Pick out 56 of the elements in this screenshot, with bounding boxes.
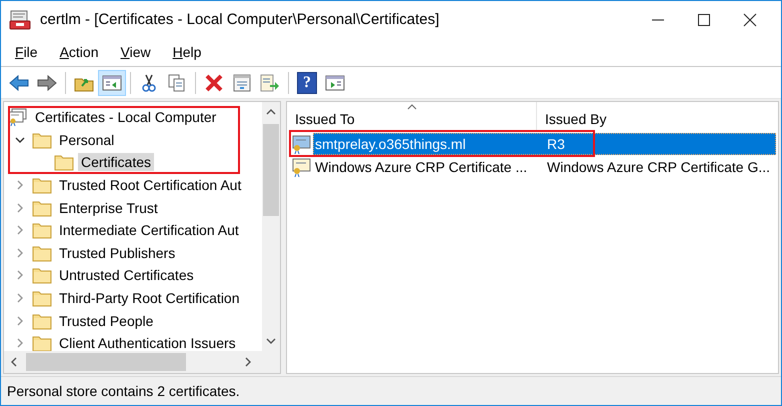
app-icon: [9, 8, 31, 30]
tree-item[interactable]: Untrusted Certificates: [56, 266, 197, 284]
folder-icon: [32, 289, 52, 308]
delete-icon[interactable]: [205, 74, 223, 92]
folder-icon: [32, 312, 52, 330]
tree-item[interactable]: Third-Party Root Certification: [56, 289, 243, 308]
tree-item[interactable]: Enterprise Trust: [56, 198, 161, 217]
certificate-icon: [8, 108, 28, 126]
tree-item[interactable]: Trusted Publishers: [56, 244, 178, 262]
forward-arrow-icon[interactable]: [37, 74, 57, 90]
folder-icon: [54, 153, 74, 172]
column-header[interactable]: Issued By: [537, 102, 778, 132]
folder-icon: [32, 244, 52, 262]
folder-icon: [32, 176, 52, 194]
export-list-icon[interactable]: [260, 74, 280, 92]
tree-item[interactable]: Personal: [56, 130, 118, 149]
tree-item[interactable]: Trusted People: [56, 312, 156, 330]
tree-item[interactable]: Client Authentication Issuers: [56, 334, 239, 351]
pane-icon[interactable]: [325, 74, 345, 90]
scroll-right-icon[interactable]: [244, 357, 252, 367]
table-cell: Windows Azure CRP Certificate G...: [546, 158, 770, 174]
help-button[interactable]: ?: [297, 72, 317, 94]
certificate-icon: [291, 134, 313, 154]
scroll-up-icon[interactable]: [266, 108, 276, 116]
properties-icon[interactable]: [233, 74, 251, 92]
close-icon[interactable]: [743, 12, 757, 26]
window-title: certlm - [Certificates - Local Computer\Personal\Certificates]: [40, 11, 440, 28]
folder-icon: [32, 266, 52, 284]
folder-icon: [32, 198, 52, 217]
menu-item[interactable]: View: [114, 42, 157, 62]
scissors-icon[interactable]: [140, 74, 158, 92]
toolbar-button[interactable]: [98, 70, 126, 96]
maximize-icon[interactable]: [697, 12, 711, 26]
certificate-icon: [291, 156, 313, 176]
table-cell-text: smtprelay.o365things.ml: [314, 136, 467, 152]
copy-icon[interactable]: [168, 74, 186, 92]
tree-item[interactable]: Certificates: [78, 153, 154, 172]
folder-icon: [32, 334, 52, 351]
menu-item[interactable]: Action: [54, 42, 104, 62]
vertical-scrollbar[interactable]: [262, 102, 280, 351]
folder-icon: [32, 130, 52, 149]
pane-icon[interactable]: [102, 74, 122, 90]
column-header[interactable]: Issued To: [287, 102, 537, 132]
scroll-left-icon[interactable]: [10, 357, 18, 367]
back-arrow-icon[interactable]: [9, 74, 29, 90]
tree-item[interactable]: Trusted Root Certification Aut: [56, 176, 244, 194]
menu-item[interactable]: File: [9, 42, 44, 62]
selected-row[interactable]: smtprelay.o365things.ml R3: [313, 132, 776, 154]
folder-icon: [32, 221, 52, 240]
scroll-down-icon[interactable]: [266, 337, 276, 345]
tree-root[interactable]: Certificates - Local Computer: [32, 108, 220, 126]
menu-item[interactable]: Help: [166, 42, 208, 62]
status-text: Personal store contains 2 certificates.: [7, 383, 240, 399]
table-cell-text: Windows Azure CRP Certificate ...: [314, 158, 528, 174]
tree-item[interactable]: Intermediate Certification Aut: [56, 221, 242, 240]
table-cell: R3: [546, 136, 565, 152]
